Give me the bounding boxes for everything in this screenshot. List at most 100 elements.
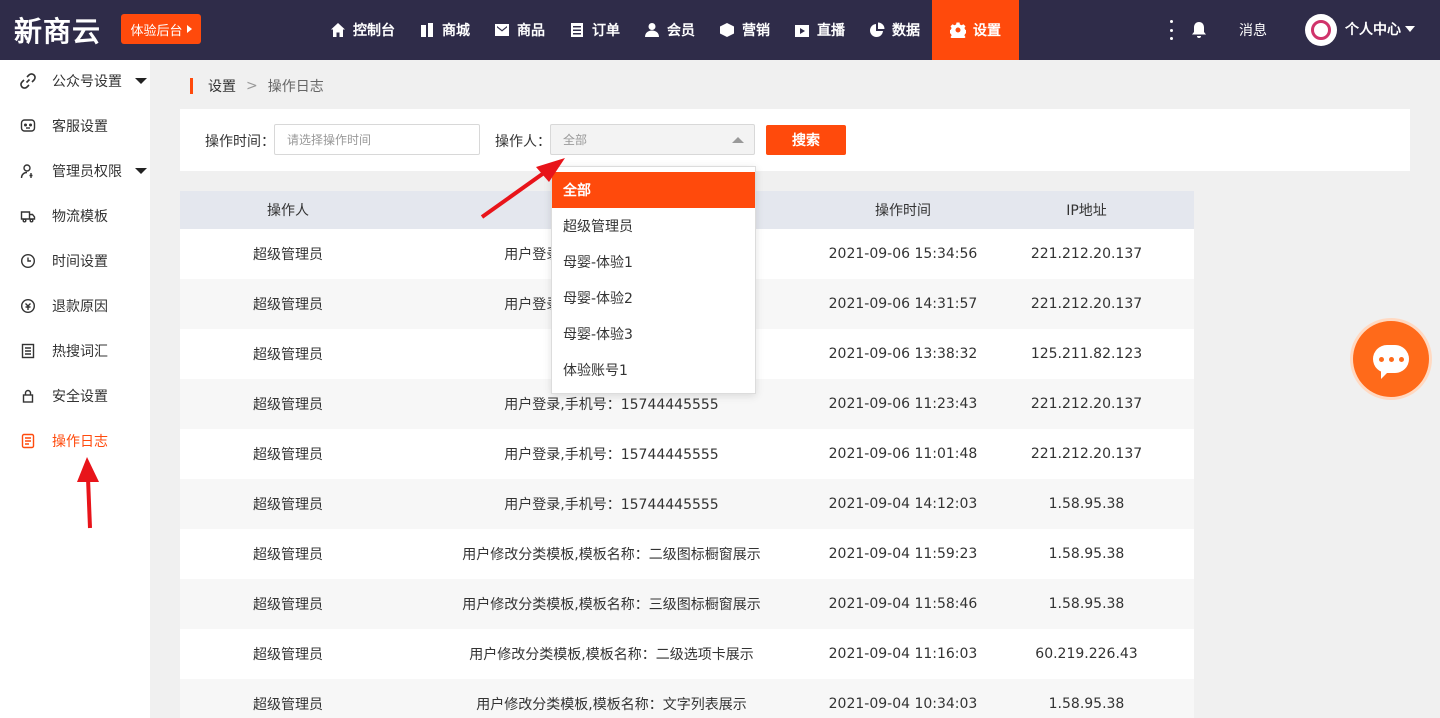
breadcrumb: 设置 > 操作日志 — [190, 77, 324, 95]
cell-content: 用户登录,手机号：15744445555 — [504, 447, 719, 463]
sidebar-item-label: 公众号设置 — [52, 74, 122, 90]
cell-time: 2021-09-06 13:38:32 — [828, 346, 978, 362]
operator-label: 操作人： — [495, 134, 551, 150]
sidebar-item-label: 热搜词汇 — [52, 344, 108, 360]
dropdown-option[interactable]: 全部 — [552, 172, 755, 208]
main-nav: 控制台 商城 商品 订单 会员 营销 直播 数据 设置 — [318, 0, 1019, 60]
dropdown-option[interactable]: 体验账号1 — [552, 352, 755, 388]
operator-select-value: 全部 — [563, 133, 588, 147]
sidebar-item-operation-log[interactable]: 操作日志 — [0, 419, 150, 464]
nav-item-members[interactable]: 会员 — [632, 0, 707, 60]
caret-down-icon — [135, 78, 147, 84]
dropdown-option[interactable]: 母婴-体验3 — [552, 316, 755, 352]
nav-item-orders[interactable]: 订单 — [557, 0, 632, 60]
time-label: 操作时间： — [205, 134, 275, 150]
cell-time: 2021-09-06 11:23:43 — [828, 396, 978, 412]
clock-icon — [20, 253, 36, 269]
sidebar-item-official-account[interactable]: 公众号设置 — [0, 59, 150, 104]
sidebar-item-label: 退款原因 — [52, 299, 108, 315]
caret-down-icon — [135, 168, 147, 174]
table-row: 超级管理员 用户修改分类模板,模板名称：文字列表展示 2021-09-04 10:3… — [180, 679, 1194, 718]
operator-dropdown: 全部 超级管理员 母婴-体验1 母婴-体验2 母婴-体验3 体验账号1 — [551, 166, 756, 394]
table-row: 超级管理员 用户修改分类模板,模板名称：三级图标橱窗展示 2021-09-04 11… — [180, 579, 1194, 629]
nav-item-dashboard[interactable]: 控制台 — [318, 0, 407, 60]
cell-time: 2021-09-06 11:01:48 — [828, 446, 978, 462]
top-bar: 新商云 体验后台 控制台 商城 商品 订单 会员 营销 直播 数据 设置 消息 … — [0, 0, 1440, 60]
header-ip: IP地址 — [1066, 203, 1107, 219]
cell-time: 2021-09-04 10:34:03 — [828, 696, 978, 712]
more-icon[interactable] — [1168, 20, 1174, 40]
pie-icon — [870, 22, 885, 37]
nav-label: 商城 — [442, 23, 470, 39]
dropdown-option[interactable]: 母婴-体验1 — [552, 244, 755, 280]
cell-operator: 超级管理员 — [253, 397, 323, 413]
cell-operator: 超级管理员 — [253, 547, 323, 563]
home-icon — [331, 23, 345, 37]
sidebar-item-hot-search-terms[interactable]: 热搜词汇 — [0, 329, 150, 374]
cell-ip: 1.58.95.38 — [1048, 496, 1125, 512]
bell-icon[interactable] — [1191, 21, 1207, 39]
caret-right-icon — [186, 25, 192, 33]
cell-content: 用户登录,手机号：15744445555 — [504, 497, 719, 513]
table-row: 超级管理员 用户登录,手机号：15744445555 2021-09-06 11:0… — [180, 429, 1194, 479]
cell-operator: 超级管理员 — [253, 647, 323, 663]
cell-operator: 超级管理员 — [253, 297, 323, 313]
cube-icon — [720, 23, 734, 37]
trial-backend-button[interactable]: 体验后台 — [121, 14, 201, 44]
breadcrumb-separator: > — [246, 78, 258, 94]
nav-item-marketing[interactable]: 营销 — [707, 0, 782, 60]
nav-item-mall[interactable]: 商城 — [407, 0, 482, 60]
search-button[interactable]: 搜索 — [766, 125, 846, 155]
dropdown-option[interactable]: 母婴-体验2 — [552, 280, 755, 316]
nav-label: 控制台 — [353, 23, 395, 39]
sidebar-item-admin-permissions[interactable]: 管理员权限 — [0, 149, 150, 194]
sidebar-item-customer-service[interactable]: 客服设置 — [0, 104, 150, 149]
building-icon — [421, 23, 433, 37]
sidebar-item-label: 客服设置 — [52, 119, 108, 135]
nav-item-data[interactable]: 数据 — [857, 0, 932, 60]
mail-icon — [495, 24, 509, 36]
operator-select[interactable]: 全部 — [550, 124, 755, 155]
time-input[interactable]: 请选择操作时间 — [274, 124, 480, 155]
table-row: 超级管理员 用户登录,手机号：15744445555 2021-09-04 14:1… — [180, 479, 1194, 529]
cell-ip: 60.219.226.43 — [1035, 646, 1138, 662]
brand-logo[interactable]: 新商云 — [14, 10, 101, 50]
sidebar-item-logistics-template[interactable]: 物流模板 — [0, 194, 150, 239]
cell-time: 2021-09-04 11:59:23 — [828, 546, 978, 562]
user-center-label: 个人中心 — [1345, 22, 1401, 38]
table-row: 超级管理员 用户修改分类模板,模板名称：二级图标橱窗展示 2021-09-04 11… — [180, 529, 1194, 579]
avatar[interactable] — [1305, 14, 1337, 46]
cell-time: 2021-09-06 14:31:57 — [828, 296, 978, 312]
nav-item-settings[interactable]: 设置 — [932, 0, 1019, 60]
breadcrumb-marker — [190, 78, 193, 94]
messages-link[interactable]: 消息 — [1239, 20, 1267, 40]
nav-item-live[interactable]: 直播 — [782, 0, 857, 60]
sidebar-item-label: 安全设置 — [52, 389, 108, 405]
nav-label: 设置 — [973, 23, 1001, 39]
nav-label: 商品 — [517, 23, 545, 39]
sidebar-item-refund-reasons[interactable]: 退款原因 — [0, 284, 150, 329]
dropdown-option[interactable]: 超级管理员 — [552, 208, 755, 244]
cell-operator: 超级管理员 — [253, 347, 323, 363]
doc-icon — [21, 343, 35, 359]
cell-time: 2021-09-04 11:16:03 — [828, 646, 978, 662]
sidebar-item-security-settings[interactable]: 安全设置 — [0, 374, 150, 419]
cell-ip: 1.58.95.38 — [1048, 546, 1125, 562]
sidebar-item-time-settings[interactable]: 时间设置 — [0, 239, 150, 284]
chat-face-icon — [20, 119, 36, 132]
sidebar-item-label: 操作日志 — [52, 434, 108, 450]
header-operator: 操作人 — [267, 203, 309, 219]
sidebar-item-label: 时间设置 — [52, 254, 108, 270]
chat-button[interactable] — [1353, 321, 1429, 397]
header-time: 操作时间 — [875, 203, 931, 219]
cell-operator: 超级管理员 — [253, 597, 323, 613]
cell-content: 用户修改分类模板,模板名称：文字列表展示 — [476, 697, 747, 713]
table-row: 超级管理员 用户修改分类模板,模板名称：二级选项卡展示 2021-09-04 11:… — [180, 629, 1194, 679]
breadcrumb-root[interactable]: 设置 — [208, 76, 236, 96]
nav-item-products[interactable]: 商品 — [482, 0, 557, 60]
cell-content: 用户修改分类模板,模板名称：二级选项卡展示 — [469, 647, 754, 663]
link-icon — [20, 73, 36, 89]
user-center-menu[interactable]: 个人中心 — [1345, 19, 1415, 39]
cell-time: 2021-09-04 14:12:03 — [828, 496, 978, 512]
cell-ip: 221.212.20.137 — [1030, 396, 1143, 412]
